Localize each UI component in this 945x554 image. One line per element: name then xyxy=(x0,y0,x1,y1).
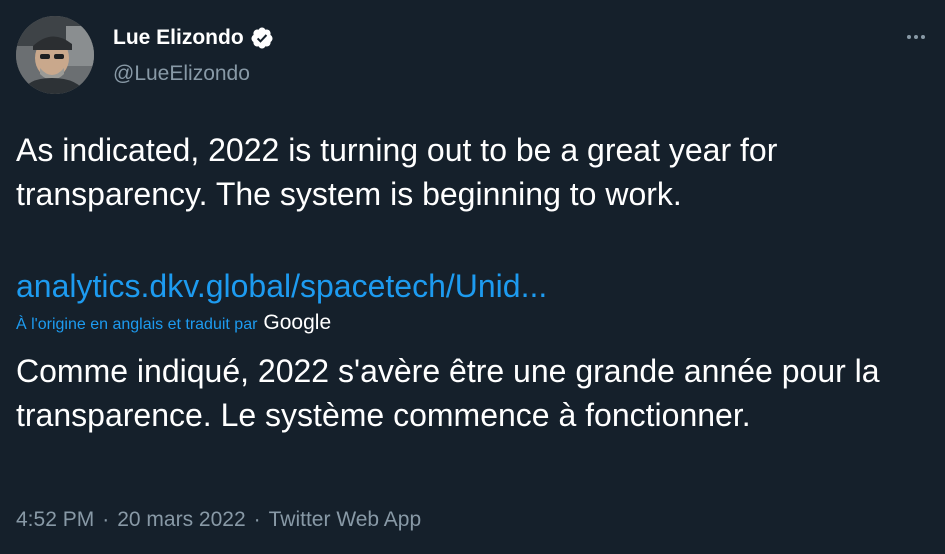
dot xyxy=(921,35,925,39)
tweet-date[interactable]: 20 mars 2022 xyxy=(117,508,245,532)
more-horizontal-icon[interactable] xyxy=(901,22,931,52)
tweet-meta: 4:52 PM · 20 mars 2022 · Twitter Web App xyxy=(16,508,421,532)
meta-separator: · xyxy=(253,508,261,531)
tweet-card: Lue Elizondo @LueElizondo As indicated, … xyxy=(0,0,945,554)
tweet-time[interactable]: 4:52 PM xyxy=(16,508,94,532)
author-name-row[interactable]: Lue Elizondo xyxy=(113,26,274,50)
meta-separator: · xyxy=(102,508,110,531)
dot xyxy=(914,35,918,39)
tweet-link[interactable]: analytics.dkv.global/spacetech/Unid... xyxy=(16,264,547,308)
google-logo: Google xyxy=(263,311,332,334)
verified-badge-icon xyxy=(251,27,273,49)
dot xyxy=(907,35,911,39)
translation-label[interactable]: À l'origine en anglais et traduit par xyxy=(16,316,257,334)
author-handle[interactable]: @LueElizondo xyxy=(113,62,250,86)
tweet-source[interactable]: Twitter Web App xyxy=(269,508,422,532)
author-display-name[interactable]: Lue Elizondo xyxy=(113,26,244,50)
translated-text: Comme indiqué, 2022 s'avère être une gra… xyxy=(16,353,880,433)
tweet-text: As indicated, 2022 is turning out to be … xyxy=(16,132,778,212)
translation-attribution: À l'origine en anglais et traduit par Go… xyxy=(16,311,331,335)
avatar[interactable] xyxy=(16,16,94,94)
